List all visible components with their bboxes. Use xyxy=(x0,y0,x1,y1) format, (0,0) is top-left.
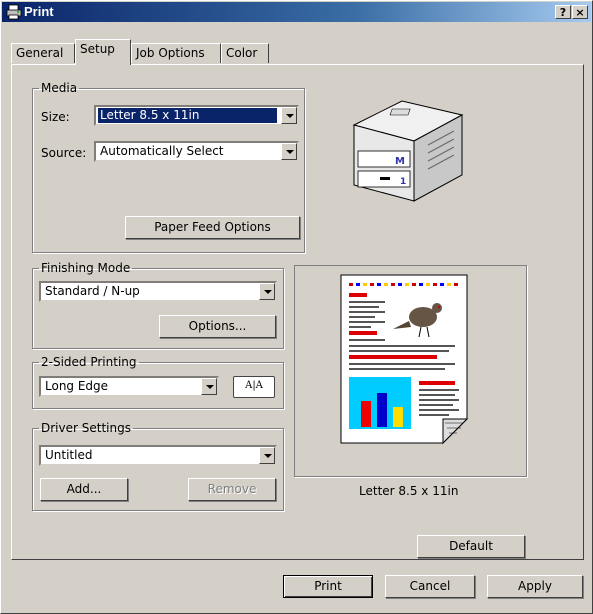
two-sided-value: Long Edge xyxy=(45,379,109,393)
tab-job-options[interactable]: Job Options xyxy=(131,43,221,63)
finishing-mode-select[interactable]: Standard / N-up xyxy=(39,281,277,302)
tab-setup[interactable]: Setup xyxy=(75,39,131,65)
printer-app-icon xyxy=(6,4,22,20)
default-button[interactable]: Default xyxy=(417,535,525,558)
cancel-button[interactable]: Cancel xyxy=(385,575,475,598)
window-title: Print xyxy=(24,4,54,19)
tray-badge-m: M xyxy=(395,156,405,167)
book-icon: A|A xyxy=(233,376,275,398)
print-dialog: Print ? × General Setup Job Options Colo… xyxy=(0,0,593,614)
finishing-legend: Finishing Mode xyxy=(41,261,131,275)
add-button[interactable]: Add... xyxy=(40,478,128,501)
tab-color[interactable]: Color xyxy=(221,43,269,63)
two-sided-legend: 2-Sided Printing xyxy=(41,355,137,369)
print-button[interactable]: Print xyxy=(283,575,373,598)
remove-button[interactable]: Remove xyxy=(188,478,276,501)
tab-general[interactable]: General xyxy=(11,43,75,63)
preview-caption: Letter 8.5 x 11in xyxy=(359,484,459,498)
apply-button[interactable]: Apply xyxy=(487,575,583,598)
finishing-mode-value: Standard / N-up xyxy=(45,284,140,298)
driver-settings-select[interactable]: Untitled xyxy=(39,445,277,466)
media-legend: Media xyxy=(41,81,78,95)
paper-feed-options-button[interactable]: Paper Feed Options xyxy=(125,216,300,239)
help-button[interactable]: ? xyxy=(555,5,571,19)
finishing-options-button[interactable]: Options... xyxy=(159,315,276,338)
chevron-down-icon[interactable] xyxy=(201,378,217,395)
tray-badge-1: 1 xyxy=(400,177,406,187)
chevron-down-icon[interactable] xyxy=(281,107,297,124)
chevron-down-icon[interactable] xyxy=(259,447,275,464)
title-bar[interactable]: Print ? × xyxy=(2,2,591,22)
source-select[interactable]: Automatically Select xyxy=(94,141,299,162)
printer-icon: M 1 xyxy=(352,100,464,202)
setup-panel: Media Size: Letter 8.5 x 11in Source: Au… xyxy=(11,64,584,560)
close-button[interactable]: × xyxy=(572,5,588,19)
driver-settings-legend: Driver Settings xyxy=(41,421,131,435)
source-label: Source: xyxy=(41,146,87,160)
driver-settings-value: Untitled xyxy=(45,448,93,462)
size-select[interactable]: Letter 8.5 x 11in xyxy=(94,105,299,126)
source-value: Automatically Select xyxy=(100,144,224,158)
size-label: Size: xyxy=(41,110,70,124)
two-sided-select[interactable]: Long Edge xyxy=(39,376,219,397)
chevron-down-icon[interactable] xyxy=(259,283,275,300)
size-value: Letter 8.5 x 11in xyxy=(98,108,277,123)
chevron-down-icon[interactable] xyxy=(281,143,297,160)
page-preview-image xyxy=(340,274,469,445)
